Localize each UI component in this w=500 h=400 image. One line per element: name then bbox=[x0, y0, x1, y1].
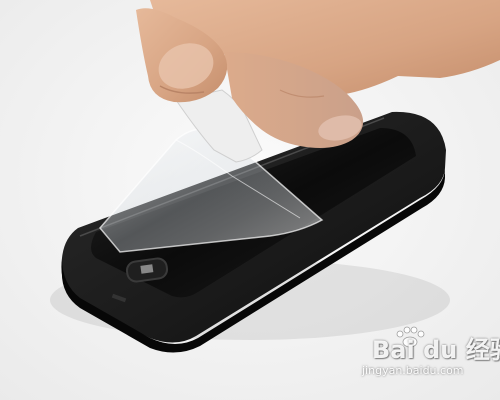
photo-scene: Bai du 经验 jingyan.baidu.com bbox=[0, 0, 500, 400]
watermark-brand: Bai du 经验 bbox=[372, 336, 500, 364]
home-button-icon bbox=[140, 264, 154, 274]
watermark-url: jingyan.baidu.com bbox=[362, 364, 464, 377]
